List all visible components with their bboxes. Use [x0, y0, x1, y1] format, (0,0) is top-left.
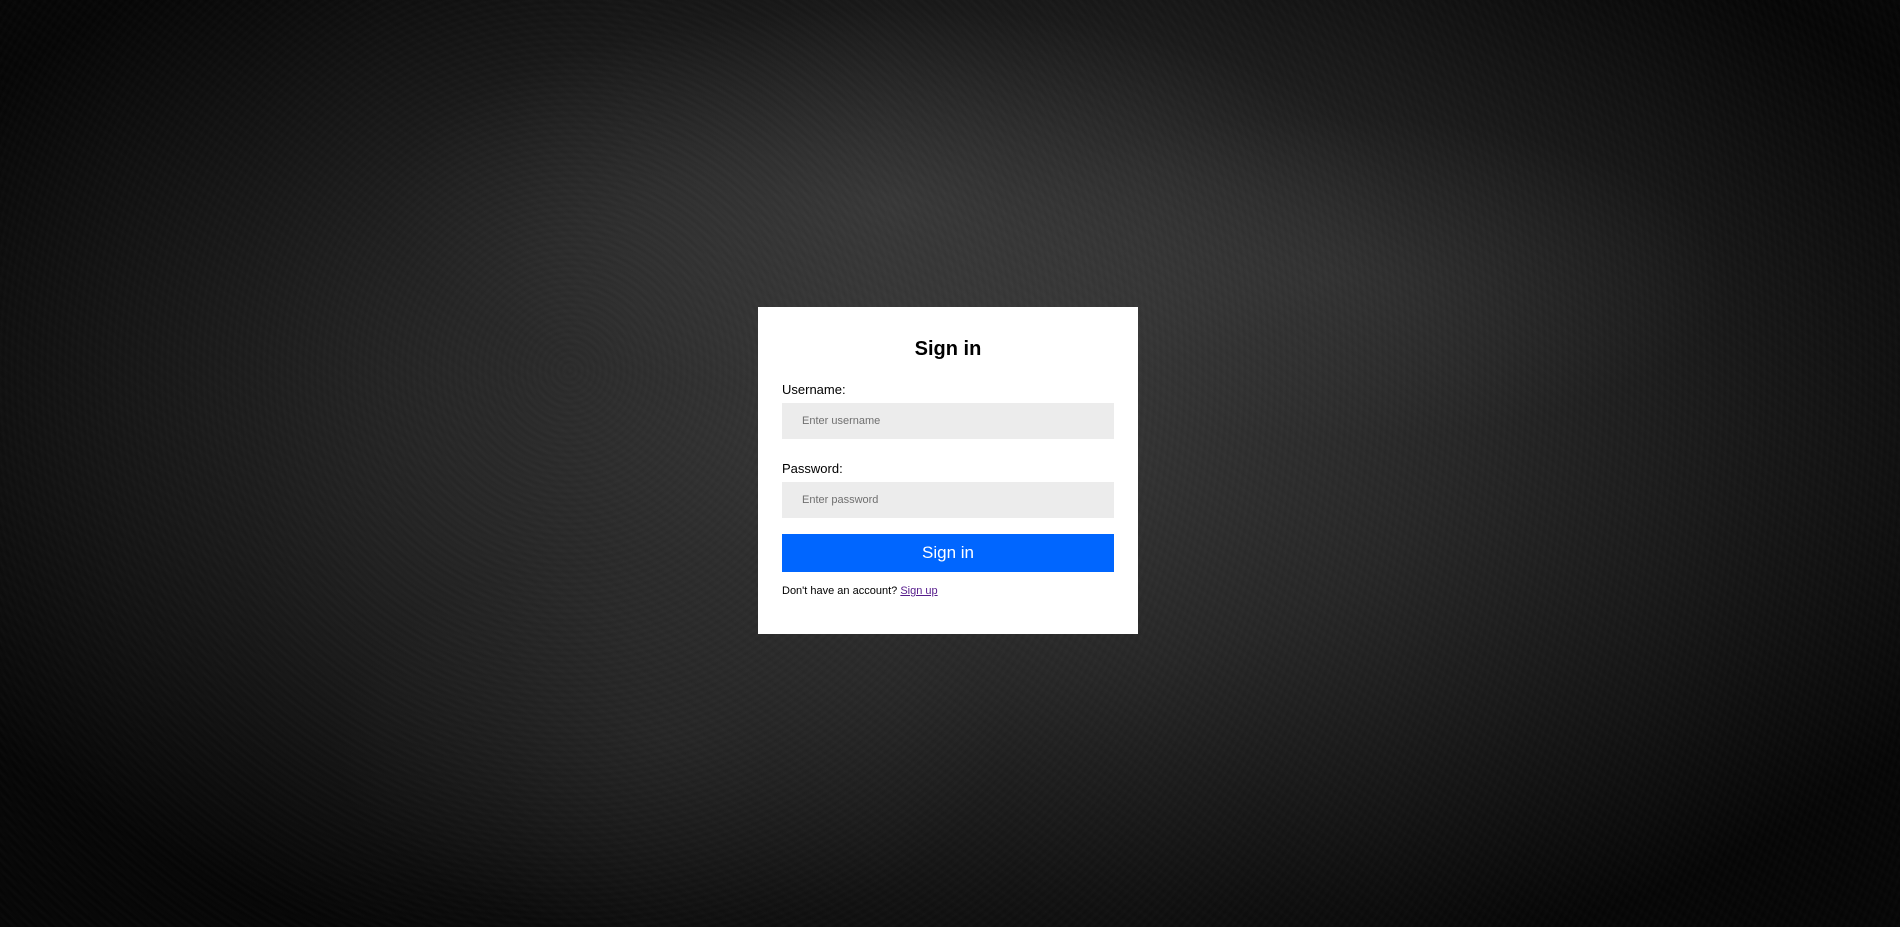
username-label: Username: — [782, 382, 846, 397]
password-input[interactable] — [782, 482, 1114, 518]
sign-in-button[interactable]: Sign in — [782, 534, 1114, 572]
signup-prompt-line: Don't have an account? Sign up — [782, 584, 1114, 598]
login-page: { "login": { "title": "Sign in", "userna… — [0, 0, 1900, 927]
signup-prompt-text: Don't have an account? — [782, 585, 898, 597]
username-input[interactable] — [782, 403, 1114, 439]
password-label: Password: — [782, 461, 843, 476]
sign-up-link[interactable]: Sign up — [900, 585, 937, 597]
page-title: Sign in — [914, 338, 982, 360]
login-card: Sign in Username: Password: Sign in Don'… — [758, 307, 1138, 634]
